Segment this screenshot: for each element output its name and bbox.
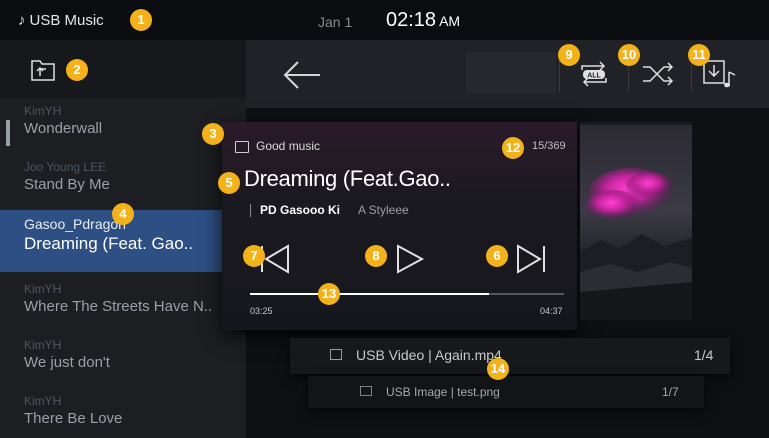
status-time-value: 02:18 — [386, 9, 437, 31]
callout-badge: 10 — [618, 44, 640, 66]
now-playing-card: Good music 15/369 Dreaming (Feat.Gao.. P… — [222, 122, 577, 330]
song-artist: Joo Young LEE — [24, 160, 107, 174]
status-date: Jan 1 — [318, 14, 353, 30]
callout-badge: 2 — [66, 59, 88, 81]
progress-bar[interactable] — [250, 293, 564, 295]
folder-name: Good music — [256, 139, 321, 153]
callout-badge: 6 — [486, 245, 508, 267]
play-icon[interactable] — [392, 242, 426, 276]
callout-badge: 11 — [688, 44, 710, 66]
song-artist: KimYH — [24, 394, 62, 408]
callout-badge: 1 — [130, 9, 152, 31]
song-title: Dreaming (Feat. Gao.. — [24, 234, 194, 253]
track-album: A Styleee — [358, 203, 409, 217]
toolbar-divider — [559, 58, 560, 92]
video-icon — [330, 349, 342, 360]
next-track-icon[interactable] — [514, 242, 548, 276]
download-music-icon[interactable] — [702, 58, 738, 90]
folder-icon — [235, 141, 249, 153]
song-list-sidebar: KimYH Wonderwall Joo Young LEE Stand By … — [0, 40, 246, 438]
artist-divider — [250, 204, 251, 217]
song-title: Wonderwall — [24, 120, 103, 137]
toolbar-placeholder — [466, 52, 556, 94]
progress-fill — [250, 293, 489, 295]
callout-badge: 7 — [243, 245, 265, 267]
song-artist: Gasoo_Pdragon — [24, 216, 126, 232]
song-title: Where The Streets Have N.. — [24, 298, 213, 315]
status-clock: 02:18 AM — [386, 9, 460, 32]
track-title: Dreaming (Feat.Gao.. — [244, 166, 451, 191]
callout-badge: 4 — [112, 203, 134, 225]
svg-text:ALL: ALL — [587, 73, 601, 80]
app-title: ♪ USB Music — [18, 12, 104, 29]
total-time: 04:37 — [540, 306, 563, 316]
sidebar-header — [0, 40, 246, 98]
callout-badge: 12 — [502, 137, 524, 159]
status-bar: ♪ USB Music Jan 1 02:18 AM — [0, 0, 769, 40]
song-list-item[interactable]: KimYH We just don't — [0, 334, 246, 390]
image-card-count: 1/7 — [662, 385, 679, 399]
callout-badge: 8 — [365, 245, 387, 267]
back-arrow-icon[interactable] — [282, 58, 322, 92]
music-note-icon: ♪ — [18, 12, 26, 29]
callout-badge: 14 — [487, 358, 509, 380]
callout-badge: 9 — [558, 44, 580, 66]
album-art — [580, 122, 692, 320]
song-artist: KimYH — [24, 282, 62, 296]
app-title-label: USB Music — [29, 12, 104, 29]
track-artist: PD Gasooo Ki — [260, 203, 341, 217]
track-counter: 15/369 — [532, 140, 566, 152]
shuffle-icon[interactable] — [640, 58, 676, 90]
song-artist: KimYH — [24, 338, 62, 352]
usb-image-card[interactable]: USB Image | test.png 1/7 — [308, 376, 704, 408]
folder-up-icon[interactable] — [30, 58, 56, 82]
image-card-label: USB Image | test.png — [386, 385, 500, 399]
song-list-item[interactable]: KimYH Where The Streets Have N.. — [0, 278, 246, 334]
video-card-label: USB Video | Again.mp4 — [356, 347, 502, 363]
usb-video-card[interactable]: USB Video | Again.mp4 1/4 — [290, 338, 730, 374]
song-title: Stand By Me — [24, 176, 110, 193]
callout-badge: 3 — [202, 123, 224, 145]
music-player-screen: ♪ USB Music Jan 1 02:18 AM KimYH Wonderwal… — [0, 0, 769, 438]
callout-badge: 13 — [318, 283, 340, 305]
status-ampm: AM — [439, 13, 461, 29]
elapsed-time: 03:25 — [250, 306, 273, 316]
song-artist: KimYH — [24, 104, 62, 118]
image-icon — [360, 386, 372, 396]
song-list-item[interactable]: KimYH There Be Love — [0, 390, 246, 438]
song-title: We just don't — [24, 354, 110, 371]
video-card-count: 1/4 — [694, 347, 714, 363]
callout-badge: 5 — [218, 172, 240, 194]
song-title: There Be Love — [24, 410, 123, 427]
repeat-all-icon[interactable]: ALL — [576, 58, 612, 90]
